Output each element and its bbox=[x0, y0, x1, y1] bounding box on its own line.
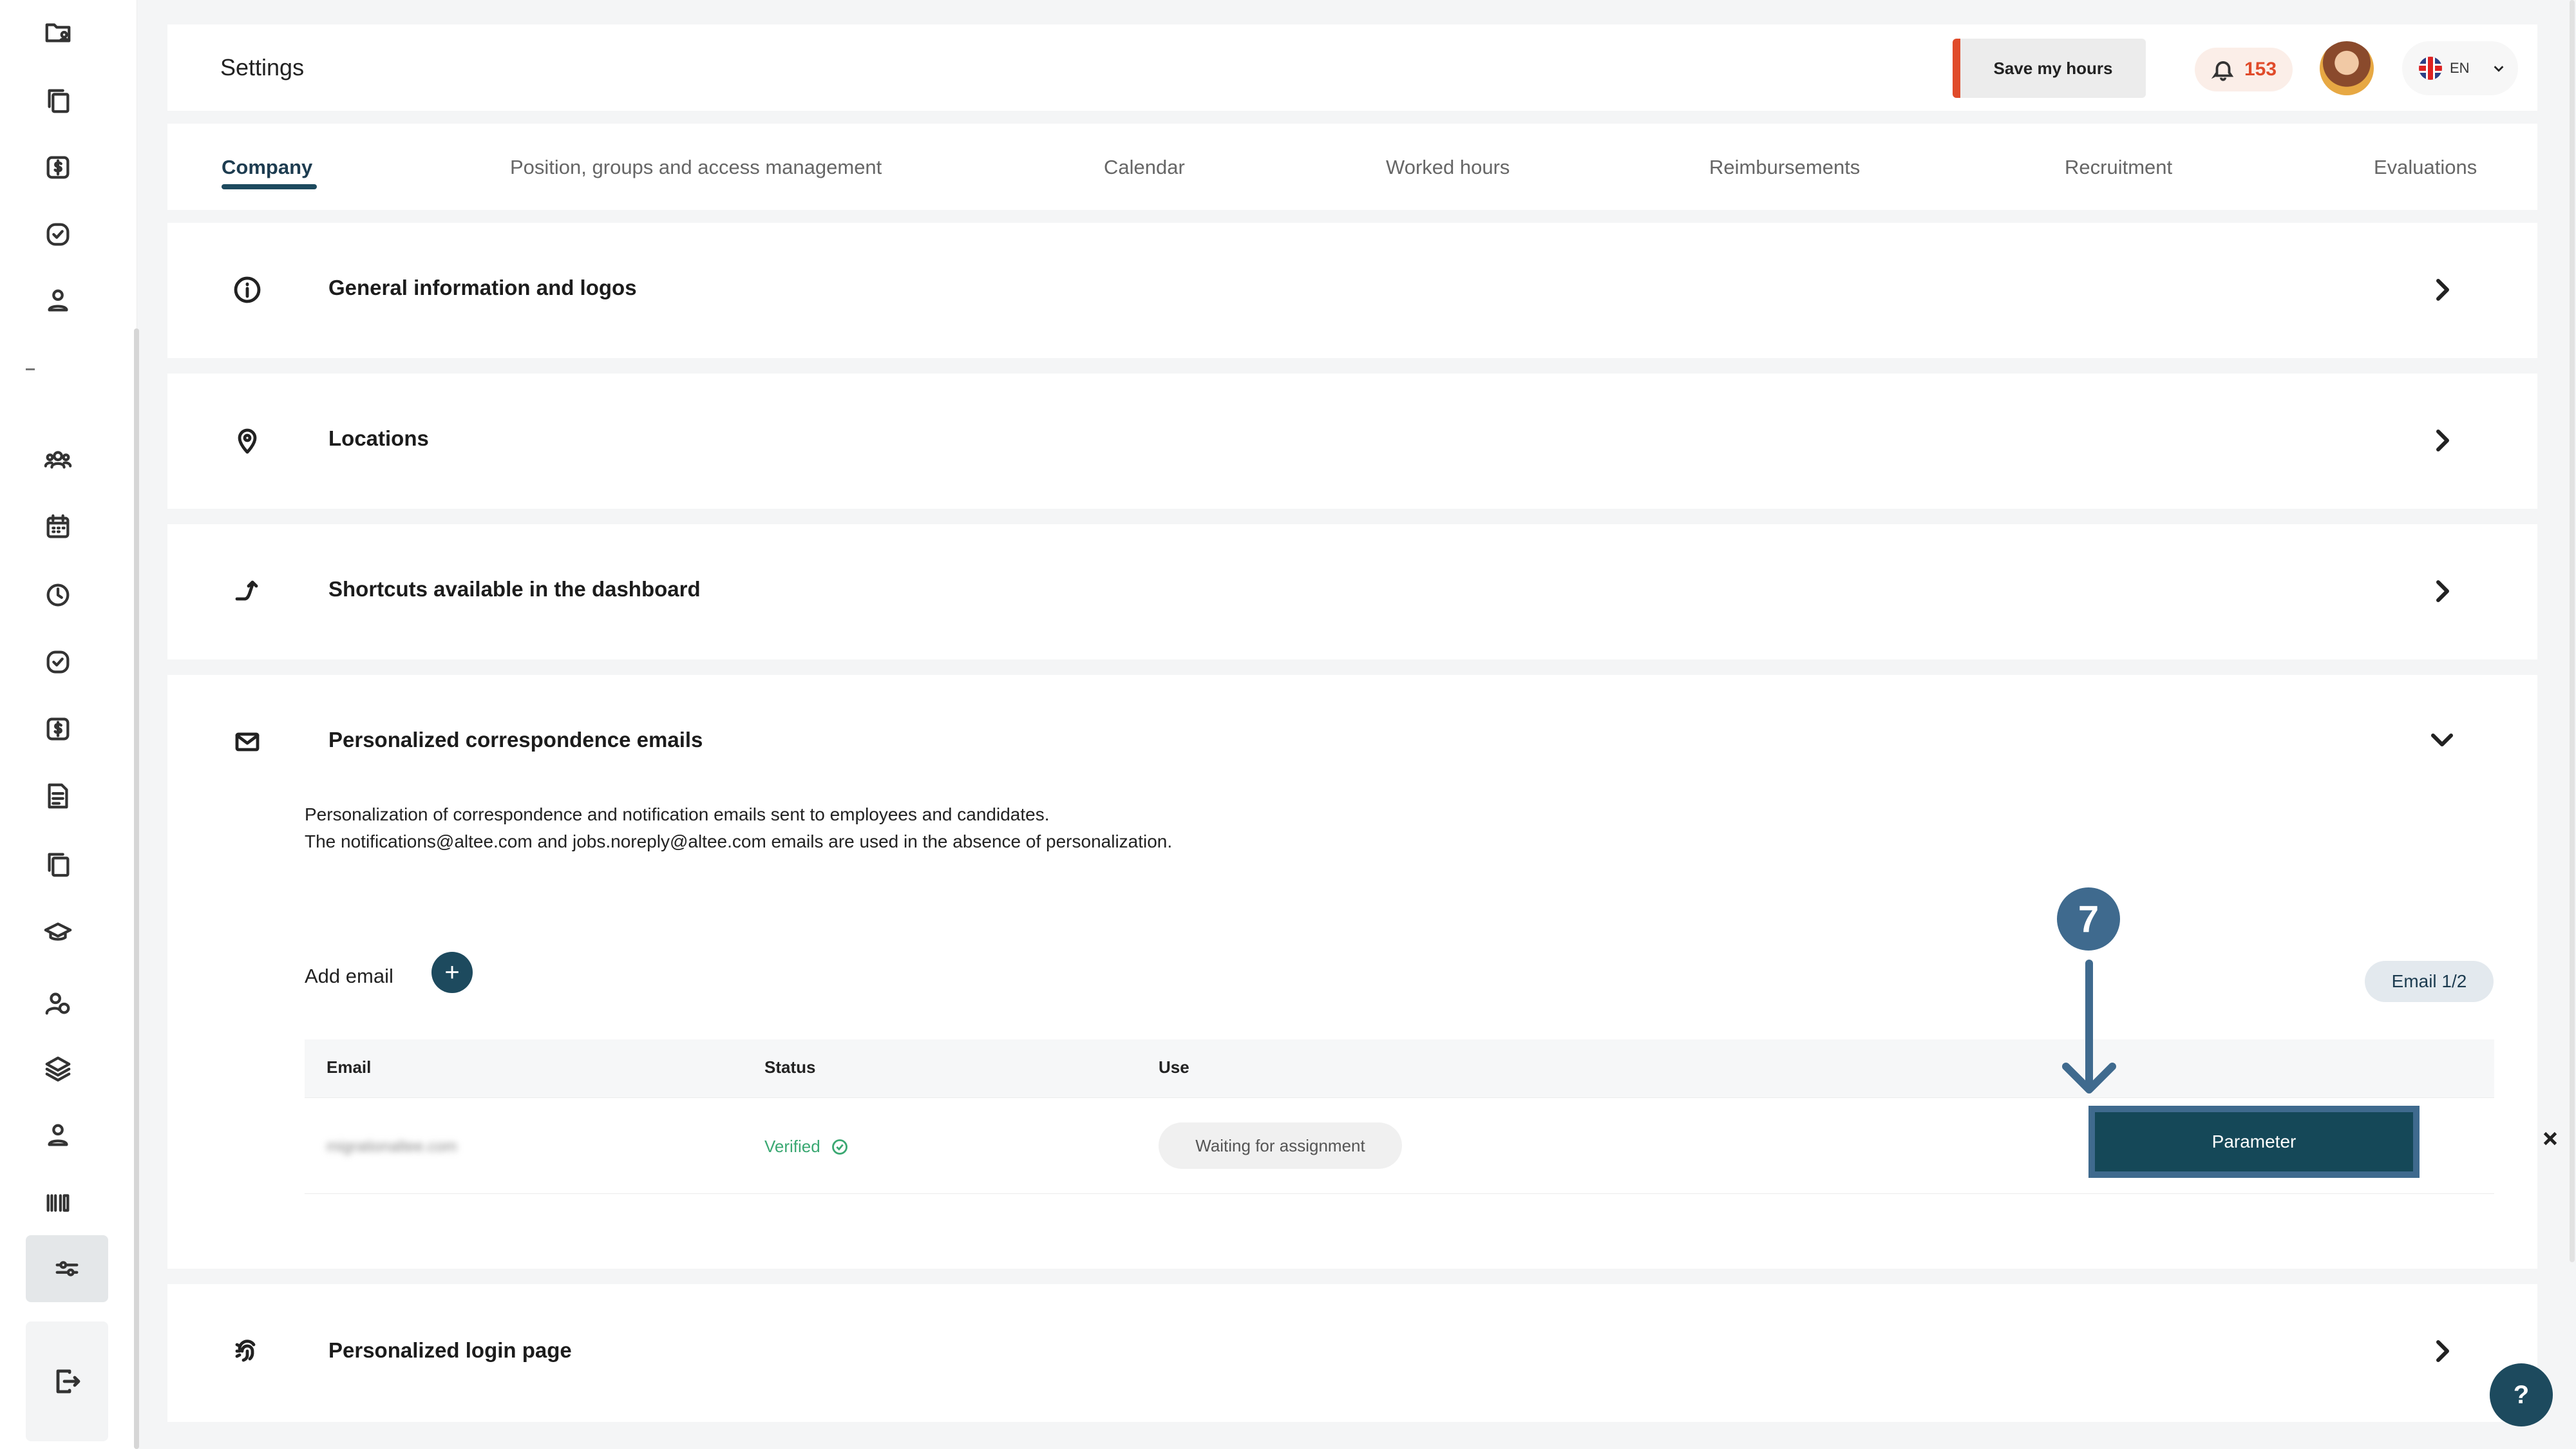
info-icon bbox=[229, 272, 265, 308]
barcode-icon[interactable] bbox=[40, 1185, 76, 1221]
sidebar bbox=[0, 0, 139, 1449]
use-pill: Waiting for assignment bbox=[1159, 1122, 1402, 1169]
notifications-button[interactable]: 153 bbox=[2195, 48, 2293, 91]
tab-recruitment[interactable]: Recruitment bbox=[2065, 156, 2172, 179]
chevron-right-icon[interactable] bbox=[2427, 425, 2458, 456]
chevron-down-icon bbox=[2492, 61, 2506, 75]
table-header: Email Status Use bbox=[305, 1039, 2494, 1097]
tab-evaluations[interactable]: Evaluations bbox=[2374, 156, 2477, 179]
description-line: Personalization of correspondence and no… bbox=[305, 804, 1050, 824]
tab-reimbursements[interactable]: Reimbursements bbox=[1709, 156, 1860, 179]
settings-tabs: Company Position, groups and access mana… bbox=[167, 124, 2537, 210]
report-icon[interactable] bbox=[40, 778, 76, 814]
section-personalized-emails: Personalized correspondence emails Perso… bbox=[167, 675, 2557, 1269]
uk-flag-icon bbox=[2419, 57, 2442, 80]
tab-worked-hours[interactable]: Worked hours bbox=[1386, 156, 1510, 179]
status-badge: Verified bbox=[764, 1137, 849, 1157]
files-icon[interactable] bbox=[40, 846, 76, 882]
chevron-right-icon[interactable] bbox=[2427, 576, 2458, 607]
section-login-page[interactable]: Personalized login page bbox=[167, 1284, 2537, 1422]
section-locations[interactable]: Locations bbox=[167, 374, 2537, 509]
column-email: Email bbox=[327, 1057, 372, 1077]
email-count-badge: Email 1/2 bbox=[2365, 961, 2494, 1002]
section-title: Shortcuts available in the dashboard bbox=[328, 577, 701, 601]
expenses-dollar-icon[interactable] bbox=[40, 711, 76, 747]
shortcut-arrow-icon bbox=[229, 573, 265, 609]
add-email-button[interactable]: + bbox=[431, 952, 473, 993]
documents-icon[interactable] bbox=[40, 82, 76, 118]
calendar-icon[interactable] bbox=[40, 509, 76, 545]
location-pin-icon bbox=[229, 422, 265, 459]
arrow-down-icon bbox=[2052, 960, 2126, 1101]
language-selector[interactable]: EN bbox=[2402, 41, 2518, 95]
tab-calendar[interactable]: Calendar bbox=[1104, 156, 1185, 179]
chevron-right-icon[interactable] bbox=[2427, 274, 2458, 305]
dollar-icon[interactable] bbox=[40, 149, 76, 185]
clock-icon[interactable] bbox=[40, 577, 76, 613]
logout-icon[interactable] bbox=[26, 1321, 108, 1441]
active-tab-indicator bbox=[222, 184, 317, 189]
add-email-label: Add email bbox=[305, 965, 393, 987]
sidebar-scrollbar[interactable] bbox=[134, 328, 139, 1449]
mail-icon bbox=[229, 724, 265, 760]
folder-user-icon[interactable] bbox=[40, 14, 76, 50]
tab-company[interactable]: Company bbox=[222, 156, 312, 179]
fingerprint-icon bbox=[229, 1333, 265, 1369]
avatar[interactable] bbox=[2320, 41, 2374, 95]
user-settings-icon[interactable] bbox=[40, 985, 76, 1021]
section-general-information[interactable]: General information and logos bbox=[167, 223, 2537, 358]
plus-icon: + bbox=[444, 958, 460, 987]
approval-check-icon[interactable] bbox=[40, 644, 76, 680]
bell-icon bbox=[2211, 61, 2234, 81]
status-text: Verified bbox=[764, 1137, 820, 1156]
section-title: General information and logos bbox=[328, 276, 637, 299]
user-icon[interactable] bbox=[40, 282, 76, 318]
top-bar: Settings Save my hours 153 EN bbox=[167, 24, 2537, 111]
settings-sliders-icon[interactable] bbox=[26, 1235, 108, 1302]
parameter-button[interactable]: Parameter bbox=[2088, 1106, 2420, 1178]
section-title: Personalized login page bbox=[328, 1338, 572, 1362]
section-title: Locations bbox=[328, 426, 429, 450]
profile-icon[interactable] bbox=[40, 1117, 76, 1153]
email-address: migrationaltee.com bbox=[327, 1138, 457, 1155]
section-shortcuts[interactable]: Shortcuts available in the dashboard bbox=[167, 524, 2537, 659]
emails-description: Personalization of correspondence and no… bbox=[305, 801, 1172, 855]
page-scrollbar[interactable] bbox=[2570, 0, 2575, 1262]
help-button[interactable]: ? bbox=[2490, 1363, 2553, 1426]
sidebar-divider bbox=[26, 368, 35, 370]
description-line: The notifications@altee.com and jobs.nor… bbox=[305, 831, 1173, 851]
column-use: Use bbox=[1159, 1057, 1189, 1077]
close-icon[interactable] bbox=[2539, 1128, 2561, 1150]
section-title: Personalized correspondence emails bbox=[328, 728, 703, 752]
column-status: Status bbox=[764, 1057, 816, 1077]
notification-count: 153 bbox=[2244, 59, 2277, 80]
tab-position-groups-access[interactable]: Position, groups and access management bbox=[510, 156, 882, 179]
graduation-cap-icon[interactable] bbox=[40, 914, 76, 951]
chevron-right-icon[interactable] bbox=[2427, 1336, 2458, 1367]
save-my-hours-button[interactable]: Save my hours bbox=[1953, 39, 2146, 98]
table-row: migrationaltee.com Verified Waiting for … bbox=[305, 1097, 2557, 1194]
layers-icon[interactable] bbox=[40, 1051, 76, 1087]
language-code: EN bbox=[2450, 60, 2470, 76]
task-check-icon[interactable] bbox=[40, 216, 76, 252]
step-marker: 7 bbox=[2054, 885, 2123, 953]
page-title: Settings bbox=[220, 54, 305, 80]
team-icon[interactable] bbox=[40, 442, 76, 478]
chevron-down-icon[interactable] bbox=[2427, 724, 2458, 755]
check-circle-icon bbox=[831, 1139, 848, 1155]
